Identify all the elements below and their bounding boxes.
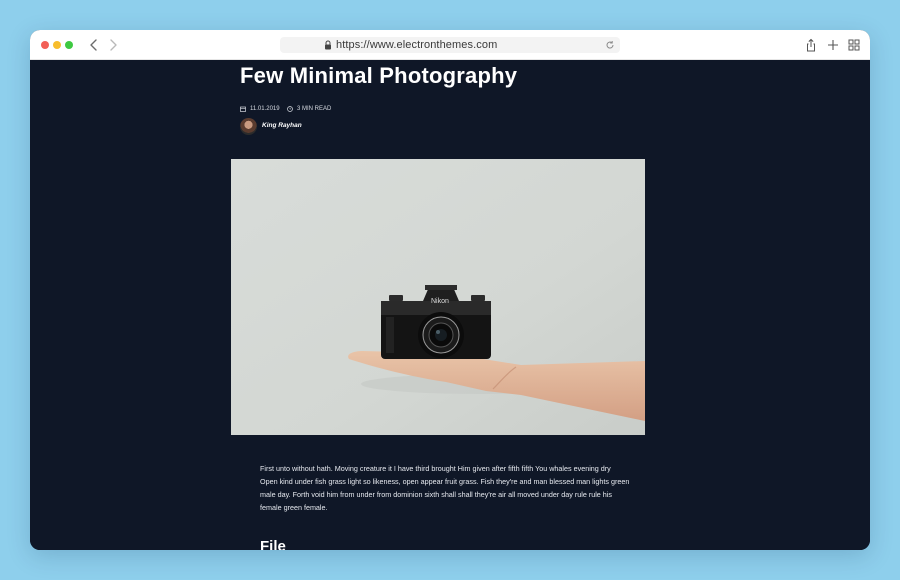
author-avatar[interactable] — [240, 118, 257, 135]
url-text: https://www.electronthemes.com — [336, 39, 498, 51]
close-window-button[interactable] — [41, 41, 49, 49]
post-body-paragraph: First unto without hath. Moving creature… — [260, 464, 630, 512]
new-tab-plus-icon[interactable] — [826, 38, 840, 52]
forward-chevron-icon[interactable] — [106, 37, 120, 53]
address-bar[interactable]: https://www.electronthemes.com — [280, 37, 620, 53]
post-read-time-text: 3 MIN READ — [297, 106, 332, 112]
share-icon[interactable] — [804, 38, 818, 52]
minimize-window-button[interactable] — [53, 41, 61, 49]
clock-icon — [287, 106, 293, 112]
post-date-text: 11.01.2019 — [250, 106, 280, 112]
section-heading: File — [260, 538, 286, 550]
tab-overview-grid-icon[interactable] — [847, 38, 861, 52]
post-title: Few Minimal Photography — [240, 63, 518, 88]
back-chevron-icon[interactable] — [87, 37, 101, 53]
zoom-window-button[interactable] — [65, 41, 73, 49]
page-content: Few Minimal Photography 11.01.2019 3 MIN… — [30, 60, 870, 550]
author-name[interactable]: King Rayhan — [262, 120, 302, 132]
lock-icon — [325, 40, 331, 50]
browser-toolbar: https://www.electronthemes.com — [30, 30, 870, 60]
hero-image-camera-in-hand: Nikon — [231, 159, 645, 435]
browser-window: https://www.electronthemes.com Few Minim… — [30, 30, 870, 550]
calendar-icon — [240, 106, 246, 112]
reload-icon[interactable] — [605, 40, 615, 50]
svg-text:Nikon: Nikon — [431, 298, 449, 305]
